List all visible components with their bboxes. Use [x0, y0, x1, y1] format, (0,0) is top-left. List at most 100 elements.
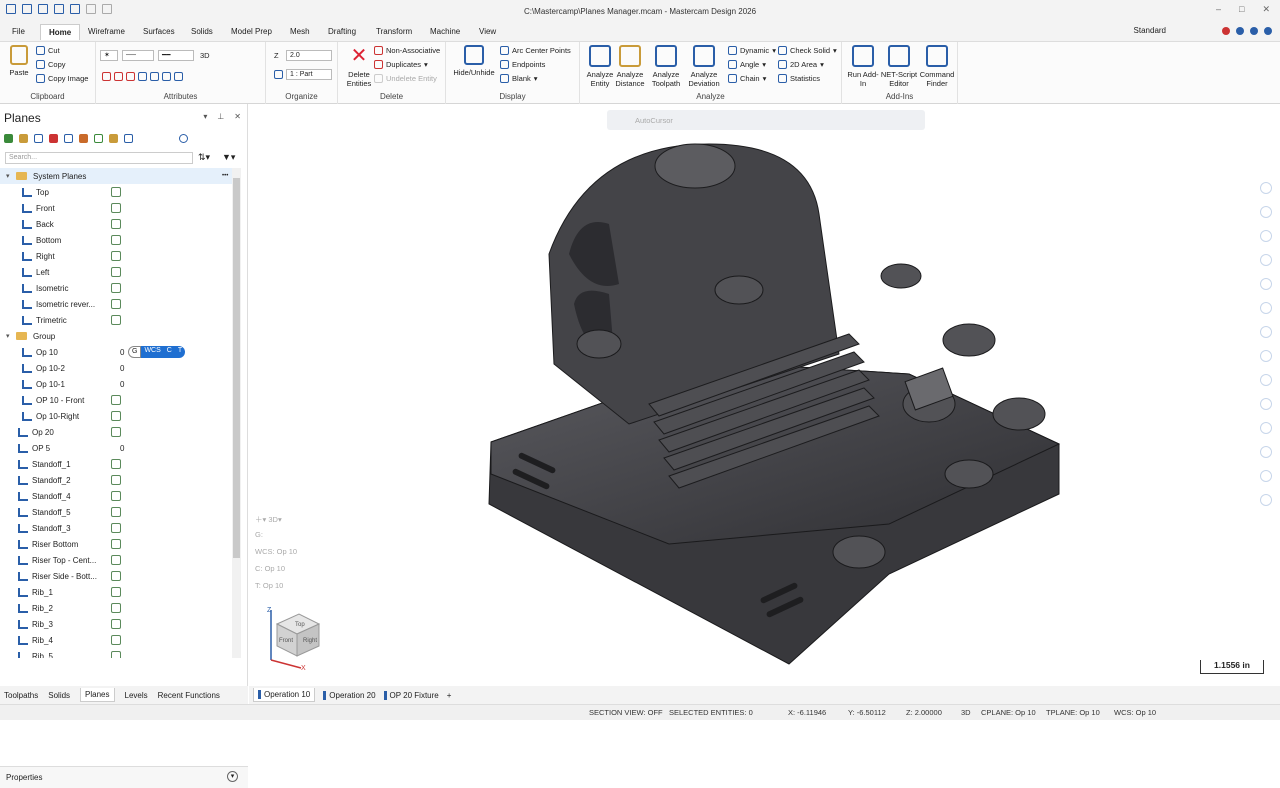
level-icon[interactable]	[1260, 422, 1272, 434]
create-plane-icon[interactable]	[4, 134, 13, 143]
tab-solids[interactable]: Solids	[191, 27, 213, 36]
select-icon[interactable]	[1260, 326, 1272, 338]
analyze-deviation-button[interactable]: Analyze Deviation	[684, 45, 724, 88]
tab-mesh[interactable]: Mesh	[290, 27, 310, 36]
plane-row[interactable]: Standoff_1	[0, 456, 232, 472]
add-viewsheet-button[interactable]: +	[447, 691, 452, 700]
edit-plane-icon[interactable]	[111, 539, 121, 549]
shading-icon[interactable]	[1260, 350, 1272, 362]
tab-surfaces[interactable]: Surfaces	[143, 27, 175, 36]
edit-plane-icon[interactable]	[111, 651, 121, 658]
level-select[interactable]: 1 : Part	[286, 69, 332, 80]
plane-row[interactable]: Op 10-1 0	[0, 376, 232, 392]
angle-button[interactable]: Angle ▾	[728, 60, 766, 69]
check-solid-button[interactable]: Check Solid ▾	[778, 46, 837, 55]
settings-icon[interactable]	[79, 134, 88, 143]
plane-badge[interactable]: C	[163, 346, 175, 358]
z-depth-input[interactable]: 2.0	[286, 50, 332, 61]
edit-plane-icon[interactable]	[111, 219, 121, 229]
plane-row[interactable]: Bottom	[0, 232, 232, 248]
edit-plane-icon[interactable]	[111, 635, 121, 645]
edit-plane-icon[interactable]	[111, 187, 121, 197]
point-style-select[interactable]: ✶	[100, 50, 118, 61]
help-icon[interactable]	[1236, 26, 1244, 35]
wireframe-color-icon[interactable]	[102, 72, 111, 81]
tab-planes[interactable]: Planes	[80, 688, 115, 702]
tree-scrollbar[interactable]	[232, 168, 241, 658]
duplicates-button[interactable]: Duplicates ▾	[374, 60, 428, 69]
cut-button[interactable]: Cut	[36, 46, 60, 55]
analyze-toolpath-button[interactable]: Analyze Toolpath	[648, 45, 684, 88]
surface-color-icon[interactable]	[114, 72, 123, 81]
edit-plane-icon[interactable]	[111, 235, 121, 245]
edit-plane-icon[interactable]	[111, 315, 121, 325]
tplane-status[interactable]: TPLANE: Op 10	[1046, 708, 1100, 717]
analyze-distance-button[interactable]: Analyze Distance	[610, 45, 650, 88]
zoom-window-icon[interactable]	[1260, 206, 1272, 218]
panel-close-icon[interactable]: ✕	[234, 112, 241, 121]
run-addin-button[interactable]: Run Add-In	[846, 45, 880, 88]
zoom-in-icon[interactable]	[1260, 182, 1272, 194]
plane-badge[interactable]: WCS	[141, 346, 164, 358]
plane-row[interactable]: Rib_1	[0, 584, 232, 600]
help-icon[interactable]	[179, 134, 188, 143]
plane-row[interactable]: Op 10-2 0	[0, 360, 232, 376]
view-cube[interactable]: Top Front Right Z X	[259, 604, 329, 674]
edit-plane-icon[interactable]	[111, 203, 121, 213]
undelete-entity-button[interactable]: Undelete Entity	[374, 74, 437, 83]
expand-chevron-icon[interactable]: ▾	[6, 172, 10, 180]
mode-status[interactable]: 3D	[961, 708, 971, 717]
close-button[interactable]: ✕	[1262, 4, 1270, 15]
tab-view[interactable]: View	[479, 27, 496, 36]
edit-plane-icon[interactable]	[111, 459, 121, 469]
find-icon[interactable]	[34, 134, 43, 143]
wireframe-view-icon[interactable]	[1260, 374, 1272, 386]
arc-center-points-button[interactable]: Arc Center Points	[500, 46, 571, 55]
folder-icon[interactable]	[19, 134, 28, 143]
search-input[interactable]: Search...	[5, 152, 193, 164]
edit-plane-icon[interactable]	[111, 555, 121, 565]
paste-button[interactable]: Paste	[6, 45, 32, 77]
tab-machine[interactable]: Machine	[430, 27, 460, 36]
properties-bar[interactable]: Properties ▾	[0, 766, 248, 788]
minimize-button[interactable]: –	[1216, 4, 1221, 15]
plane-row[interactable]: Right	[0, 248, 232, 264]
info-icon[interactable]	[1250, 26, 1258, 35]
mode-3d-toggle[interactable]: 3D	[200, 51, 210, 60]
plane-row[interactable]: Rib_2	[0, 600, 232, 616]
chain-button[interactable]: Chain ▾	[728, 74, 766, 83]
plane-row[interactable]: Rib_5	[0, 648, 232, 658]
plane-row[interactable]: Trimetric	[0, 312, 232, 328]
solid-color-icon[interactable]	[126, 72, 135, 81]
hud-tplane[interactable]: T: Op 10	[255, 581, 283, 590]
plane-row[interactable]: Back	[0, 216, 232, 232]
material-icon[interactable]	[138, 72, 147, 81]
wcs-status[interactable]: WCS: Op 10	[1114, 708, 1156, 717]
section-view-status[interactable]: SECTION VIEW: OFF	[589, 708, 663, 717]
cplane-status[interactable]: CPLANE: Op 10	[981, 708, 1036, 717]
part-model[interactable]	[249, 104, 1280, 686]
link-icon[interactable]	[64, 134, 73, 143]
plane-row[interactable]: Standoff_3	[0, 520, 232, 536]
plane-row[interactable]: OP 10 - Front	[0, 392, 232, 408]
endpoints-button[interactable]: Endpoints	[500, 60, 545, 69]
dynamic-button[interactable]: Dynamic ▾	[728, 46, 776, 55]
edit-plane-icon[interactable]	[111, 571, 121, 581]
more-options-icon[interactable]: •••	[222, 173, 228, 179]
edit-plane-icon[interactable]	[111, 283, 121, 293]
plane-row[interactable]: Top	[0, 184, 232, 200]
axes-icon[interactable]	[124, 134, 133, 143]
copy-button[interactable]: Copy	[36, 60, 66, 69]
pin-icon[interactable]: ⊥	[217, 112, 224, 121]
area-2d-button[interactable]: 2D Area ▾	[778, 60, 824, 69]
line-width-select[interactable]: ━━	[158, 50, 194, 61]
plane-folder-row[interactable]: ▾ System Planes •••	[0, 168, 232, 184]
edit-plane-icon[interactable]	[111, 523, 121, 533]
non-associative-button[interactable]: Non-Associative	[374, 46, 440, 55]
plane-row[interactable]: Riser Side - Bott...	[0, 568, 232, 584]
hud-g[interactable]: G:	[255, 530, 263, 539]
plane-row[interactable]: Rib_4	[0, 632, 232, 648]
viewsheet-tab[interactable]: OP 20 Fixture	[383, 690, 439, 700]
tab-file[interactable]: File	[12, 27, 25, 36]
plane-row[interactable]: Op 10-Right	[0, 408, 232, 424]
